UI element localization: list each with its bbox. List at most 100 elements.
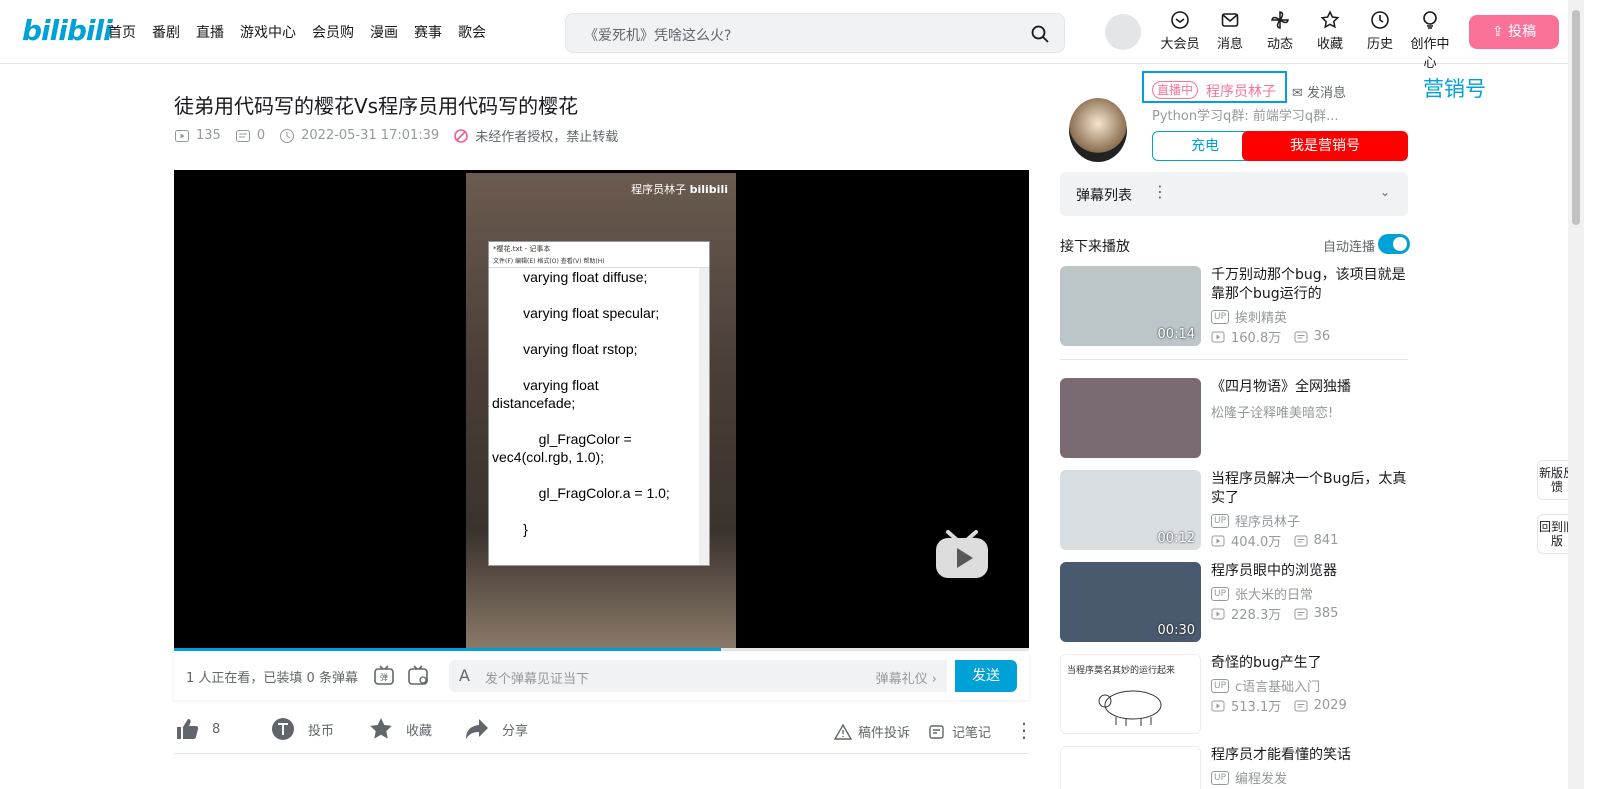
rec-video-author[interactable]: 编程发发	[1235, 768, 1287, 787]
view-count: 135	[196, 128, 221, 143]
note-label: 记笔记	[952, 726, 992, 741]
page-scrollbar[interactable]	[1568, 0, 1584, 789]
video-watermark: 程序员林子 bilibili	[631, 183, 728, 196]
next-play-title: 接下来播放	[1060, 239, 1130, 255]
nav-bangumi[interactable]: 番剧	[152, 22, 180, 42]
favorites-button[interactable]: 收藏	[1305, 10, 1355, 71]
nav-live[interactable]: 直播	[196, 22, 224, 42]
video-thumbnail[interactable]: 00:30	[1060, 562, 1201, 642]
play-icon[interactable]	[934, 530, 990, 580]
creator-center-button[interactable]: 创作中心	[1405, 10, 1455, 71]
video-duration: 00:30	[1157, 623, 1195, 638]
search-box[interactable]: 《爱死机》凭啥这么火?	[565, 13, 1065, 53]
top-header: bilibili 首页 番剧 直播 游戏中心 会员购 漫画 赛事 歌会 《爱死机…	[0, 0, 1568, 71]
warning-icon	[834, 723, 852, 740]
video-progress-bar[interactable]	[174, 648, 1029, 651]
rec-video-author[interactable]: 挨刺精英	[1235, 307, 1287, 326]
video-thumbnail[interactable]	[1060, 746, 1201, 789]
notepad-window: *樱花.txt - 记事本 文件(F) 编辑(E) 格式(O) 查看(V) 帮助…	[488, 241, 710, 566]
share-icon	[466, 719, 488, 739]
rec-video-card[interactable]: 00:30 程序员眼中的浏览器 UP 张大米的日常 228.3万 385	[1060, 562, 1408, 642]
nav-home[interactable]: 首页	[108, 22, 136, 42]
search-icon[interactable]	[1030, 24, 1050, 44]
video-thumbnail[interactable]: 00:12	[1060, 470, 1201, 550]
up-avatar[interactable]	[1069, 98, 1127, 162]
favorite-button[interactable]: 收藏	[368, 716, 432, 742]
more-icon[interactable]: ⋮	[1152, 182, 1168, 201]
history-button[interactable]: 历史	[1355, 10, 1405, 71]
rec-video-danmaku: 841	[1313, 533, 1339, 548]
rec-video-card[interactable]: 00:12 当程序员解决一个Bug后，太真实了 UP 程序员林子 404.0万 8…	[1060, 470, 1408, 550]
rec-video-title[interactable]: 奇怪的bug产生了	[1211, 654, 1411, 673]
windmill-icon	[1271, 11, 1289, 29]
rec-video-card[interactable]: 程序员才能看懂的笑话 UP 编程发发	[1060, 746, 1408, 789]
danmaku-count-icon	[1294, 535, 1308, 546]
search-input[interactable]: 《爱死机》凭啥这么火?	[584, 25, 731, 45]
rec-video-card[interactable]: 00:14 千万别动那个bug，该项目就是靠那个bug运行的 UP 挨刺精英 16…	[1060, 266, 1408, 346]
user-avatar[interactable]	[1105, 14, 1141, 50]
history-label: 历史	[1366, 37, 1393, 52]
more-icon[interactable]: ⋮	[1014, 718, 1034, 742]
rec-video-author[interactable]: 程序员林子	[1235, 511, 1300, 530]
video-duration: 00:14	[1157, 327, 1195, 342]
video-player[interactable]: 程序员林子 bilibili *樱花.txt - 记事本 文件(F) 编辑(E)…	[174, 170, 1029, 650]
like-button[interactable]: 8	[174, 716, 220, 742]
chevron-down-icon[interactable]: ⌄	[1380, 185, 1390, 199]
nav-game[interactable]: 游戏中心	[240, 22, 296, 42]
danmaku-list-panel[interactable]: 弹幕列表 ⋮ ⌄	[1060, 172, 1408, 216]
scrollbar-thumb[interactable]	[1572, 10, 1580, 225]
rec-video-author[interactable]: 张大米的日常	[1235, 584, 1313, 603]
send-message-link[interactable]: ✉ 发消息	[1292, 82, 1346, 101]
danmaku-settings-icon[interactable]	[406, 664, 430, 688]
up-name[interactable]: 程序员林子	[1206, 81, 1276, 101]
danmaku-input[interactable]: A 发个弹幕见证当下 弹幕礼仪 ›	[449, 660, 947, 692]
autoplay-toggle[interactable]	[1378, 234, 1410, 254]
vip-label: 大会员	[1160, 37, 1200, 52]
ad-card[interactable]: 《四月物语》全网独播 松隆子诠释唯美暗恋!	[1060, 378, 1408, 458]
rec-video-author[interactable]: c语言基础入门	[1235, 676, 1320, 695]
rec-video-title[interactable]: 程序员才能看懂的笑话	[1211, 746, 1408, 765]
font-style-icon[interactable]: A	[459, 666, 470, 685]
video-title: 徒弟用代码写的樱花Vs程序员用代码写的樱花	[174, 94, 579, 118]
nav-match[interactable]: 赛事	[414, 22, 442, 42]
rec-video-title[interactable]: 当程序员解决一个Bug后，太真实了	[1211, 470, 1411, 508]
rec-video-card[interactable]: 当程序莫名其妙的运行起来 奇怪的bug产生了 UP c语言基础入门 513.1万 …	[1060, 654, 1408, 734]
notepad-title: *樱花.txt - 记事本	[493, 245, 551, 253]
danmaku-placeholder: 发个弹幕见证当下	[485, 672, 590, 687]
danmaku-toggle-icon[interactable]: 弹	[372, 664, 396, 688]
video-thumbnail[interactable]: 00:14	[1060, 266, 1201, 346]
nav-mall[interactable]: 会员购	[312, 22, 354, 42]
note-button[interactable]: 记笔记	[928, 722, 991, 741]
share-button[interactable]: 分享	[464, 716, 528, 742]
clock-icon	[280, 128, 295, 143]
notepad-scrollbar	[699, 268, 709, 565]
report-button[interactable]: 稿件投诉	[834, 722, 910, 741]
video-thumbnail[interactable]: 当程序莫名其妙的运行起来	[1060, 654, 1201, 734]
follow-button[interactable]: 我是营销号	[1242, 131, 1408, 161]
ad-title[interactable]: 《四月物语》全网独播	[1211, 378, 1411, 397]
pig-sketch-icon	[1098, 690, 1162, 726]
ad-thumbnail[interactable]	[1060, 378, 1201, 458]
send-button[interactable]: 发送	[955, 660, 1017, 692]
danmaku-etiquette-link[interactable]: 弹幕礼仪 ›	[876, 668, 937, 687]
nav-manga[interactable]: 漫画	[370, 22, 398, 42]
vip-button[interactable]: 大会员	[1155, 10, 1205, 71]
dynamic-button[interactable]: 动态	[1255, 10, 1305, 71]
dynamic-label: 动态	[1266, 37, 1293, 52]
copyright-notice: 未经作者授权，禁止转载	[475, 130, 619, 145]
share-label: 分享	[502, 723, 529, 739]
message-button[interactable]: 消息	[1205, 10, 1255, 71]
rec-video-title[interactable]: 程序员眼中的浏览器	[1211, 562, 1411, 581]
creator-center-label: 创作中心	[1410, 37, 1450, 71]
bilibili-logo[interactable]: bilibili	[22, 14, 113, 47]
ad-subtitle: 松隆子诠释唯美暗恋!	[1211, 406, 1334, 421]
coin-button[interactable]: 投币	[270, 716, 334, 742]
autoplay-label: 自动连播	[1323, 240, 1376, 255]
rec-video-title[interactable]: 千万别动那个bug，该项目就是靠那个bug运行的	[1211, 266, 1411, 304]
nav-concert[interactable]: 歌会	[458, 22, 486, 42]
live-badge[interactable]: 直播中	[1152, 81, 1199, 99]
forbidden-icon	[454, 128, 468, 143]
rec-video-views: 404.0万	[1231, 535, 1282, 550]
favorite-label: 收藏	[406, 723, 433, 739]
upload-button[interactable]: ⇪ 投稿	[1469, 15, 1559, 49]
